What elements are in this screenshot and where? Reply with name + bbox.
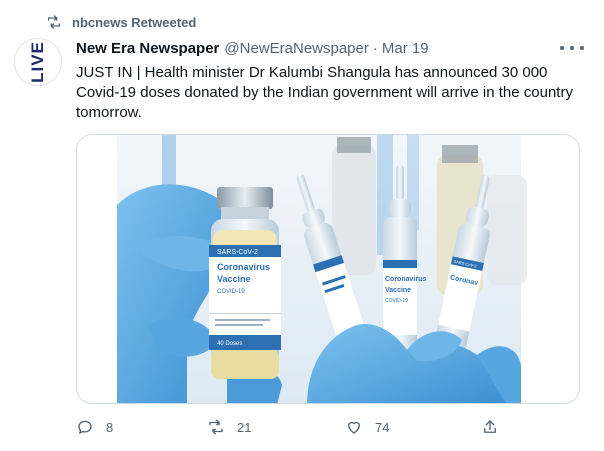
tweet-media-image[interactable]: SARS-CoV-2 Coronavirus Vaccine COVID-19 … (76, 134, 580, 404)
vial-label-vaccine: Vaccine (217, 274, 251, 284)
retweet-action-icon (209, 419, 223, 435)
tweet-date[interactable]: Mar 19 (382, 40, 429, 57)
reply-icon (78, 420, 92, 434)
ampoule-label-vaccine: Vaccine (385, 287, 411, 294)
ampoule-label-coronavirus: Coronavirus (385, 276, 426, 283)
retweet-count: 21 (237, 419, 252, 435)
tweet-header: New Era Newspaper @NewEraNewspaper · Mar… (76, 40, 429, 57)
tweet-text: JUST IN | Health minister Dr Kalumbi Sha… (76, 64, 573, 121)
reply-button[interactable]: 8 (76, 412, 113, 442)
retweet-indicator[interactable]: nbcnews Retweeted (46, 12, 196, 32)
user-handle[interactable]: @NewEraNewspaper (224, 40, 368, 57)
more-options-icon[interactable] (560, 40, 584, 56)
share-icon (484, 420, 496, 433)
avatar[interactable]: LIVE (14, 38, 62, 86)
separator-dot: · (372, 40, 378, 57)
vaccine-photo: SARS-CoV-2 Coronavirus Vaccine COVID-19 … (77, 135, 579, 403)
ampoule-label-covid: COVID-19 (385, 298, 408, 304)
like-count: 74 (375, 419, 390, 435)
retweet-icon (48, 15, 60, 29)
share-button[interactable] (481, 412, 511, 442)
vial-label-coronavirus: Coronavirus (217, 262, 270, 272)
retweet-label: nbcnews Retweeted (72, 14, 197, 30)
vial-label-covid: COVID-19 (217, 289, 245, 295)
display-name[interactable]: New Era Newspaper (76, 40, 219, 57)
tweet-actions: 8 21 74 (76, 412, 580, 442)
reply-count: 8 (106, 419, 114, 435)
vial-label-sars: SARS-CoV-2 (217, 249, 258, 256)
avatar-live-text: LIVE (28, 41, 47, 83)
retweet-button[interactable]: 21 (207, 412, 251, 442)
vial-label-doses: 40 Doses (217, 341, 242, 347)
like-button[interactable]: 74 (345, 412, 389, 442)
heart-icon (348, 421, 360, 434)
